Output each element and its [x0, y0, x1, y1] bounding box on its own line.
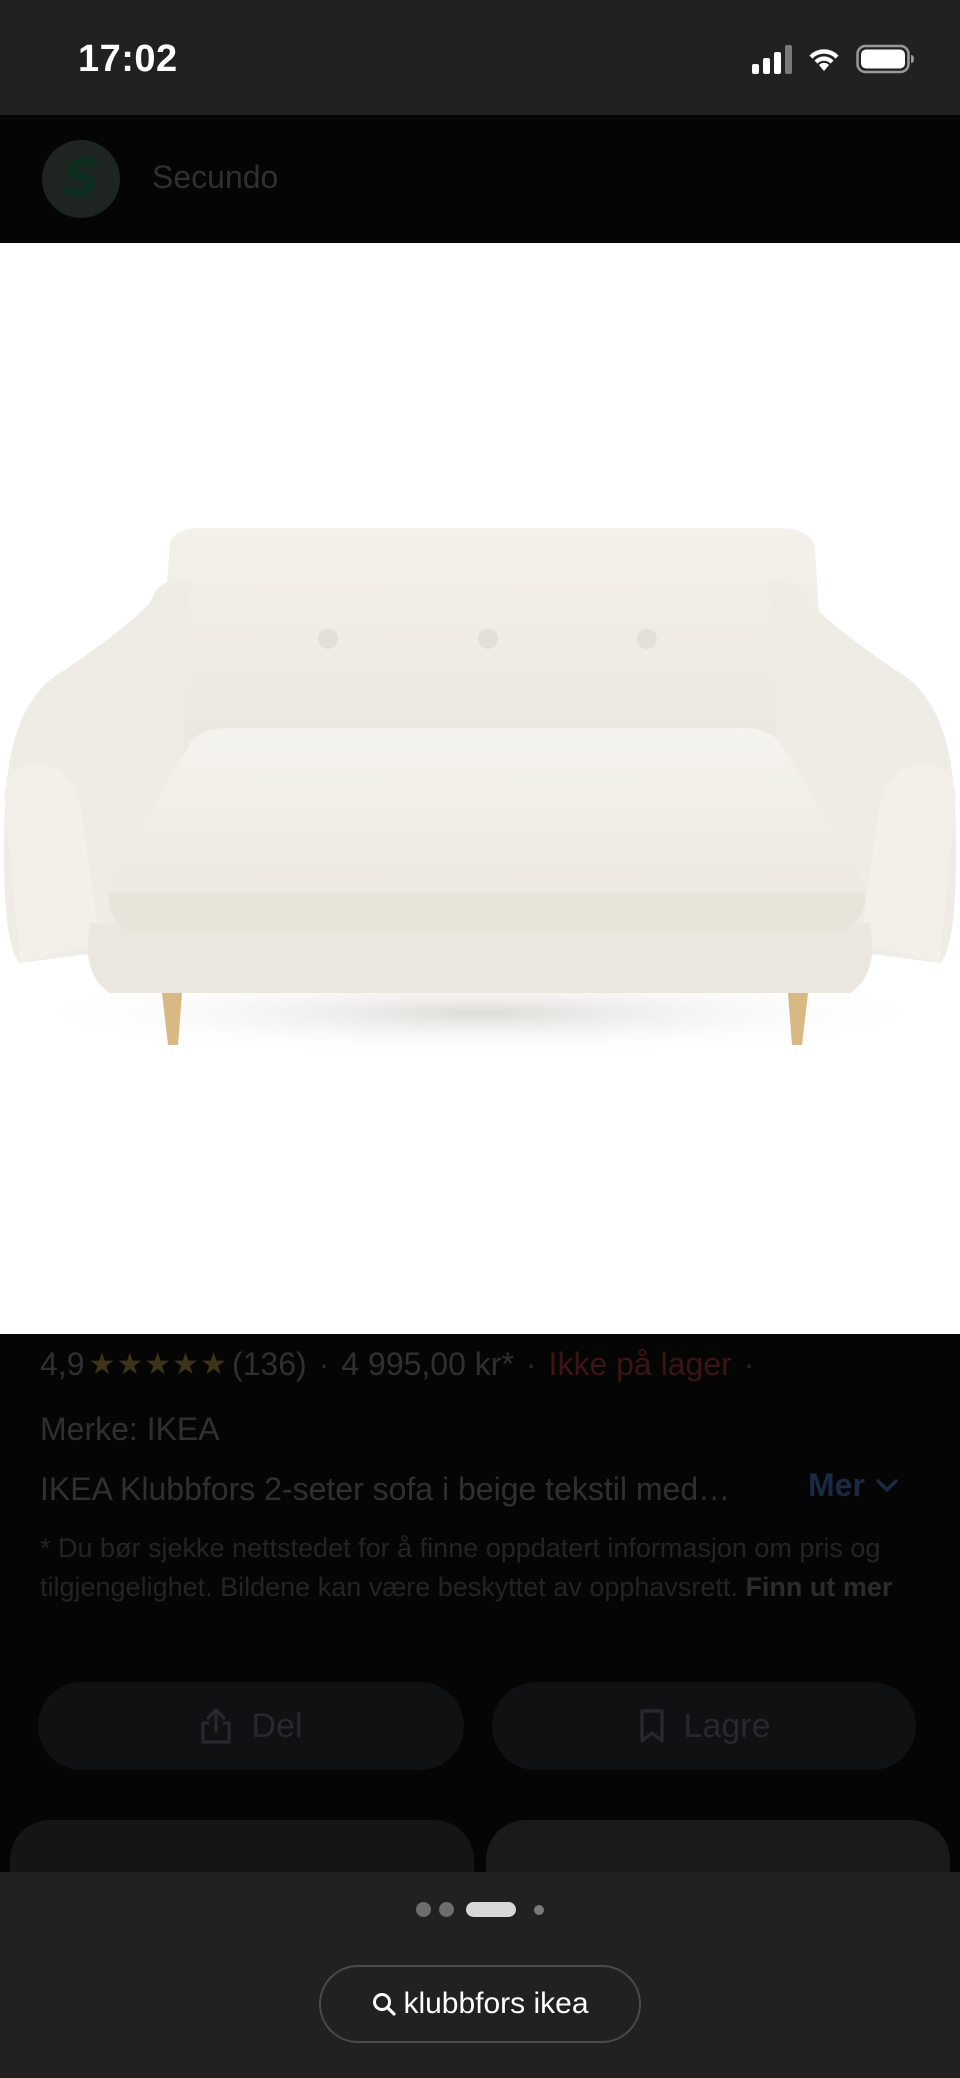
save-button[interactable]: Lagre: [492, 1682, 916, 1770]
disclaimer: * Du bør sjekke nettstedet for å finne o…: [40, 1529, 900, 1607]
sofa-image: [4, 528, 956, 1058]
separator-dot: ·: [743, 1346, 755, 1382]
search-icon: [373, 1993, 397, 2016]
source-logo-letter: S: [62, 149, 100, 209]
product-image[interactable]: [0, 243, 960, 1334]
brand-label: Merke: IKEA: [40, 1411, 220, 1447]
cellular-signal-icon: [752, 44, 792, 74]
share-icon: [201, 1708, 232, 1744]
page-dot: [416, 1902, 431, 1917]
rating-value: 4,9: [40, 1346, 85, 1382]
stock-status: Ikke på lager: [548, 1346, 732, 1382]
status-bar: 17:02: [0, 0, 960, 115]
share-label: Del: [251, 1706, 303, 1745]
separator-dot: ·: [318, 1346, 330, 1382]
search-query-pill[interactable]: klubbfors ikea: [319, 1965, 641, 2043]
wifi-icon: [809, 49, 839, 71]
search-query-text: klubbfors ikea: [403, 1987, 589, 2020]
source-logo: S: [42, 140, 120, 218]
status-time: 17:02: [78, 38, 178, 80]
price: 4 995,00 kr*: [341, 1346, 514, 1382]
related-card[interactable]: [10, 1820, 474, 1880]
status-icons: [752, 44, 916, 74]
more-button[interactable]: Mer: [808, 1467, 899, 1504]
page-dot: [439, 1902, 454, 1917]
product-description: IKEA Klubbfors 2-seter sofa i beige teks…: [40, 1471, 731, 1507]
source-name: Secundo: [152, 159, 279, 195]
product-meta-line: 4,9 ★★★★★ (136) · 4 995,00 kr* · Ikke på…: [40, 1346, 766, 1383]
chevron-down-icon: [876, 1478, 898, 1492]
review-count: (136): [231, 1346, 307, 1382]
page-dot: [534, 1904, 544, 1915]
page-dot-active: [466, 1902, 516, 1917]
star-rating-icon: ★★★★★: [88, 1348, 228, 1381]
share-button[interactable]: Del: [38, 1682, 464, 1770]
learn-more-link[interactable]: Finn ut mer: [745, 1572, 892, 1602]
separator-dot: ·: [525, 1346, 537, 1382]
related-card[interactable]: [486, 1820, 950, 1880]
battery-icon: [856, 44, 914, 74]
bottom-bar: klubbfors ikea: [0, 1872, 960, 2078]
more-label: Mer: [808, 1467, 865, 1503]
save-label: Lagre: [683, 1706, 771, 1745]
source-header[interactable]: S Secundo: [0, 115, 960, 243]
page-indicator: [0, 1902, 960, 1917]
bookmark-icon: [639, 1709, 664, 1743]
